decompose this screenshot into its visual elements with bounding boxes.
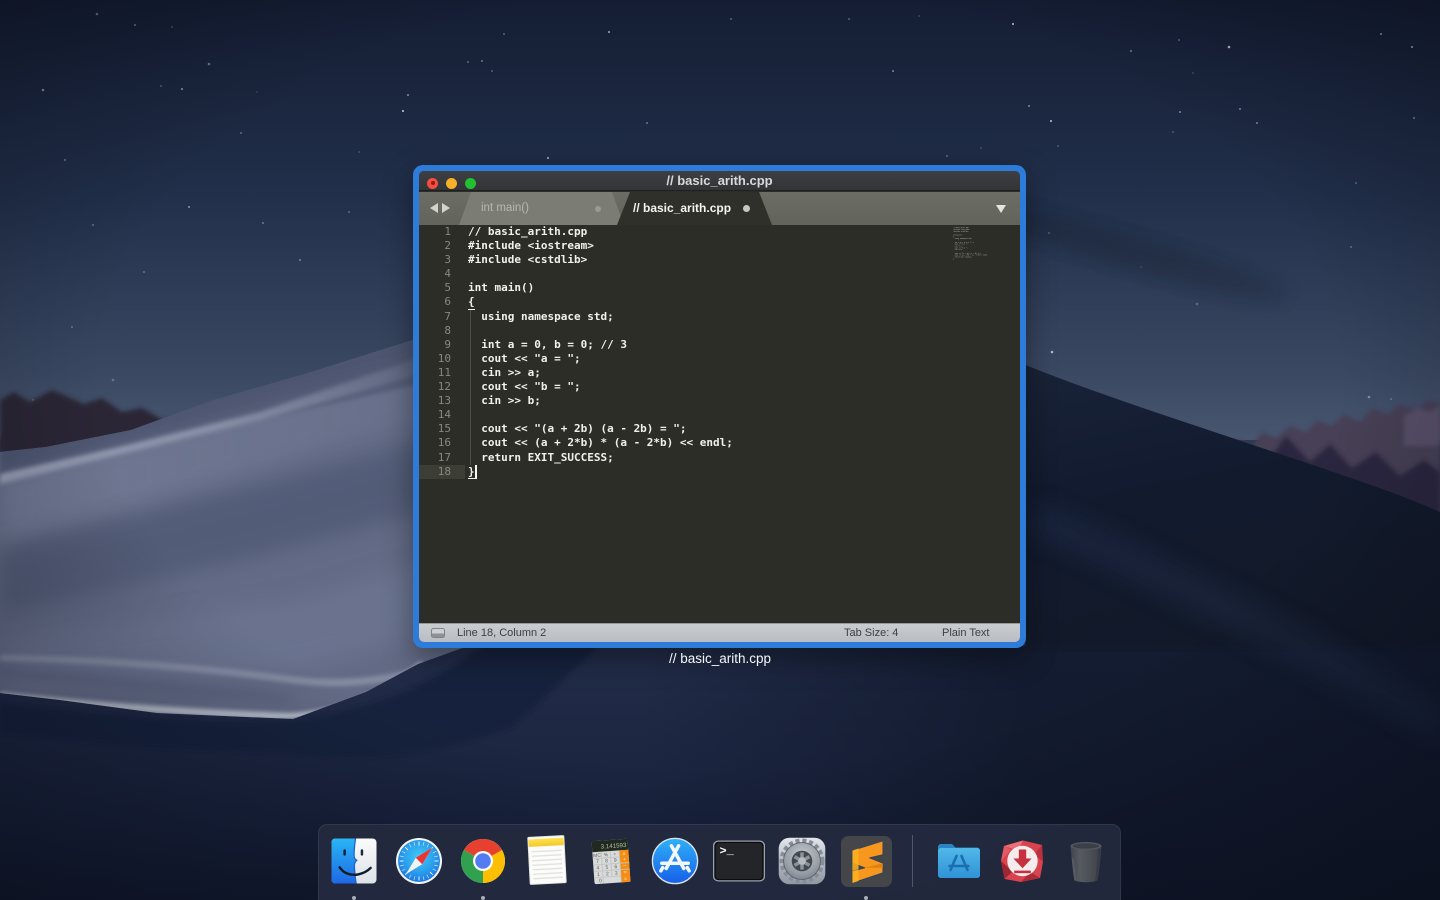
svg-text:−: − xyxy=(623,863,627,869)
svg-text:=: = xyxy=(623,870,627,876)
svg-text:+: + xyxy=(623,857,627,863)
svg-text:>_: >_ xyxy=(720,845,734,857)
svg-text:=: = xyxy=(624,876,628,882)
